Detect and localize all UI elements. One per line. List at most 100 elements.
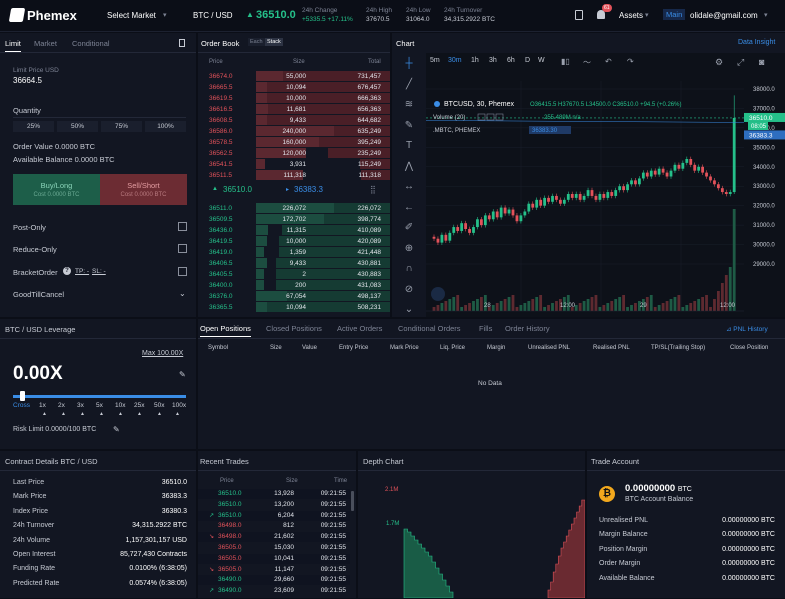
info-icon[interactable]: ?: [63, 267, 71, 275]
candle: [480, 219, 483, 226]
logo-text: Phemex: [27, 8, 77, 23]
pattern-icon[interactable]: ⋀: [402, 161, 416, 172]
ask-row[interactable]: 36586.0 240,000 635,249: [198, 126, 390, 137]
leverage-slider-track[interactable]: [13, 395, 186, 398]
bid-row[interactable]: 36509.5 172,702 398,774: [198, 214, 390, 225]
each-toggle[interactable]: Each: [248, 38, 265, 46]
bid-row[interactable]: 36405.5 2 430,883: [198, 269, 390, 280]
bid-row[interactable]: 36400.0 200 431,083: [198, 280, 390, 291]
contract-row: Mark Price 36383.3: [13, 493, 187, 500]
tab-closed-positions[interactable]: Closed Positions: [266, 324, 322, 333]
tab-conditional[interactable]: Conditional: [72, 39, 110, 48]
tp-value[interactable]: TP: -: [75, 268, 89, 275]
download-icon[interactable]: [575, 10, 583, 20]
chevron-down-icon[interactable]: ⌄: [402, 304, 416, 315]
edit-icon[interactable]: ✎: [179, 370, 186, 379]
assets-menu[interactable]: Assets: [619, 11, 643, 20]
ask-row[interactable]: 36665.5 10,094 676,457: [198, 82, 390, 93]
ask-row[interactable]: 36541.5 3,931 115,249: [198, 159, 390, 170]
volume-bar: [480, 297, 483, 311]
tab-open-positions[interactable]: Open Positions: [200, 324, 251, 337]
ask-row[interactable]: 36511.5 111,318 111,318: [198, 170, 390, 181]
close-icon[interactable]: [495, 113, 504, 121]
tab-active-orders[interactable]: Active Orders: [337, 324, 382, 333]
bid-row[interactable]: 36406.5 9,433 430,881: [198, 258, 390, 269]
account-value: 0.00000000 BTC: [722, 517, 775, 524]
phemex-logo[interactable]: [8, 8, 26, 22]
ask-row[interactable]: 36578.5 160,000 395,249: [198, 137, 390, 148]
limit-price-input[interactable]: 36664.5: [13, 76, 42, 85]
edit-icon[interactable]: ✎: [113, 425, 120, 434]
leverage-mark-1x[interactable]: 1x: [39, 402, 46, 409]
tab-conditional-orders[interactable]: Conditional Orders: [398, 324, 461, 333]
user-email[interactable]: olidale@gmail.com: [690, 11, 758, 20]
price: 36578.5: [209, 139, 233, 146]
bid-row[interactable]: 36376.0 67,054 498,137: [198, 291, 390, 302]
data-insight-link[interactable]: Data Insight: [738, 39, 775, 46]
settings-icon[interactable]: [486, 113, 495, 121]
text-icon[interactable]: T: [402, 140, 416, 151]
last-price: 36510.0: [256, 9, 296, 21]
stack-toggle[interactable]: Stack: [265, 38, 283, 46]
leverage-mark-3x[interactable]: 3x: [77, 402, 84, 409]
leverage-mark-5x[interactable]: 5x: [96, 402, 103, 409]
volume-bar: [476, 299, 479, 311]
pct-25-button[interactable]: 25%: [13, 121, 54, 132]
trend-line-icon[interactable]: ╱: [402, 79, 416, 90]
leverage-mark-100x[interactable]: 100x: [172, 402, 186, 409]
pct-50-button[interactable]: 50%: [57, 121, 98, 132]
chevron-down-icon[interactable]: ⌄: [179, 289, 186, 298]
eye-icon[interactable]: [477, 113, 486, 121]
leverage-mark-50x[interactable]: 50x: [154, 402, 164, 409]
trade-row: 36510.0 13,928 09:21:55: [198, 489, 350, 499]
candle: [566, 194, 570, 200]
depth-merge-icon[interactable]: ⣿: [370, 185, 376, 194]
ask-row[interactable]: 36608.5 9,433 644,682: [198, 115, 390, 126]
tab-order-history[interactable]: Order History: [505, 324, 550, 333]
pct-100-button[interactable]: 100%: [145, 121, 186, 132]
bid-row[interactable]: 36365.5 10,094 508,231: [198, 302, 390, 313]
tab-market[interactable]: Market: [34, 39, 57, 48]
time-in-force-select[interactable]: GoodTillCancel: [13, 290, 64, 299]
ask-row[interactable]: 36674.0 55,000 731,457: [198, 71, 390, 82]
account-badge[interactable]: Main: [663, 9, 686, 20]
magnet-icon[interactable]: ∩: [402, 263, 416, 274]
calculator-icon[interactable]: [179, 39, 185, 47]
sl-value[interactable]: SL: -: [92, 268, 106, 275]
buy-long-button[interactable]: Buy/Long Cost 0.0000 BTC: [13, 174, 100, 205]
bid-row[interactable]: 36419.5 10,000 420,089: [198, 236, 390, 247]
pencil-icon[interactable]: ✐: [402, 222, 416, 233]
leverage-mark-10x[interactable]: 10x: [115, 402, 125, 409]
tab-fills[interactable]: Fills: [479, 324, 492, 333]
select-market-button[interactable]: Select Market: [107, 11, 156, 20]
candle: [665, 172, 669, 177]
lock-icon[interactable]: ⊘: [402, 284, 416, 295]
bid-row[interactable]: 36436.0 11,315 410,089: [198, 225, 390, 236]
sell-short-button[interactable]: Sell/Short Cost 0.0000 BTC: [100, 174, 187, 205]
volume-bar: [709, 307, 712, 311]
leverage-mark-Cross[interactable]: Cross: [13, 402, 30, 409]
ask-row[interactable]: 36562.5 120,000 235,249: [198, 148, 390, 159]
leverage-slider-handle[interactable]: [20, 391, 25, 401]
ask-row[interactable]: 36616.5 11,681 656,363: [198, 104, 390, 115]
pnl-history-link[interactable]: ⊿ PNL History: [726, 325, 768, 333]
pct-75-button[interactable]: 75%: [101, 121, 142, 132]
bid-row[interactable]: 36419.0 1,359 421,448: [198, 247, 390, 258]
brush-icon[interactable]: ✎: [402, 120, 416, 131]
tab-limit[interactable]: Limit: [5, 39, 21, 52]
post-only-checkbox[interactable]: [178, 222, 187, 231]
quantity-input[interactable]: [13, 117, 186, 118]
crosshair-icon[interactable]: ┼: [402, 58, 416, 69]
trade-price: 36498.0: [218, 522, 242, 530]
zoom-icon[interactable]: ⊕: [402, 243, 416, 254]
reduce-only-checkbox[interactable]: [178, 244, 187, 253]
bracket-order-checkbox[interactable]: [178, 267, 187, 276]
fib-icon[interactable]: ≋: [402, 99, 416, 110]
leverage-mark-25x[interactable]: 25x: [134, 402, 144, 409]
bid-row[interactable]: 36511.0 226,072 226,072: [198, 203, 390, 214]
scrollbar[interactable]: [351, 491, 354, 511]
ask-row[interactable]: 36619.5 10,000 666,363: [198, 93, 390, 104]
ruler-icon[interactable]: ↔: [402, 181, 416, 192]
arrow-left-icon[interactable]: ←: [402, 202, 416, 213]
leverage-mark-2x[interactable]: 2x: [58, 402, 65, 409]
